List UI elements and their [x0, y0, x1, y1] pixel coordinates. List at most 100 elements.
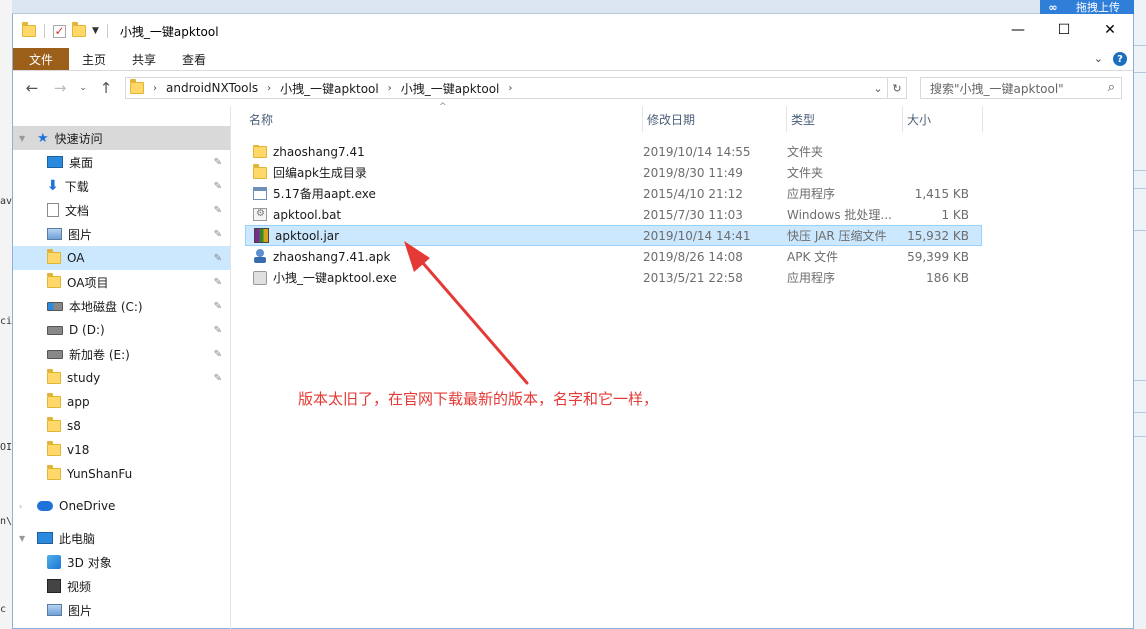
new-folder-icon[interactable]: [72, 22, 86, 37]
back-button[interactable]: ←: [21, 79, 43, 97]
tab-view[interactable]: 查看: [169, 48, 219, 70]
tab-share[interactable]: 共享: [119, 48, 169, 70]
pin-icon[interactable]: ✎: [214, 325, 222, 336]
upload-badge[interactable]: ∞ 拖拽上传: [1040, 0, 1146, 14]
file-type: 快压 JAR 压缩文件: [787, 229, 887, 243]
file-date: 2019/10/14 14:41: [643, 228, 751, 243]
up-button[interactable]: ↑: [95, 79, 117, 97]
sidebar-item-s8[interactable]: s8: [13, 414, 230, 438]
file-size: 1,415 KB: [914, 186, 969, 201]
column-headers: ^ 名称 修改日期 类型 大小: [245, 102, 1135, 132]
file-date: 2013/5/21 22:58: [643, 270, 743, 285]
onedrive-cloud-icon: [37, 501, 53, 511]
file-date: 2019/8/30 11:49: [643, 165, 743, 180]
sidebar-item-label: 桌面: [69, 155, 94, 170]
breadcrumb-androidnxtools[interactable]: androidNXTools: [166, 81, 258, 95]
breadcrumb-apktool-current[interactable]: 小拽_一键apktool: [401, 80, 500, 97]
folder-icon[interactable]: [22, 22, 36, 37]
sidebar-item-drive-e[interactable]: 新加卷 (E:) ✎: [13, 342, 230, 366]
folder-icon: [47, 249, 61, 264]
sidebar-item-quick-access[interactable]: ▼ ★ 快速访问: [13, 126, 230, 150]
sidebar-item-label: 新加卷 (E:): [69, 347, 130, 362]
sidebar-item-3d-objects[interactable]: 3D 对象: [13, 550, 230, 574]
sidebar-item-label: 快速访问: [54, 131, 103, 146]
sidebar-item-onedrive[interactable]: › OneDrive: [13, 494, 230, 518]
pin-icon[interactable]: ✎: [214, 277, 222, 288]
pin-icon[interactable]: ✎: [214, 181, 222, 192]
file-row-zhaoshang-apk[interactable]: zhaoshang7.41.apk 2019/8/26 14:08 APK 文件…: [245, 246, 1135, 267]
sidebar-item-yunshanfu[interactable]: YunShanFu: [13, 462, 230, 486]
maximize-button[interactable]: ☐: [1041, 14, 1087, 46]
customize-toolbar-chevron-icon[interactable]: ▼: [92, 26, 99, 36]
expand-chevron-icon[interactable]: ›: [19, 502, 22, 511]
sidebar-item-oa-project[interactable]: OA项目 ✎: [13, 270, 230, 294]
chevron-right-icon[interactable]: ›: [267, 83, 271, 94]
sidebar-item-downloads[interactable]: ⬇ 下载 ✎: [13, 174, 230, 198]
column-header-size[interactable]: 大小: [903, 106, 983, 132]
search-icon[interactable]: ⌕: [1108, 80, 1115, 95]
screen: ∞ 拖拽上传 av ci OI n\ c ✓ ▼ 小拽_一键apktool — …: [0, 0, 1146, 629]
expand-ribbon-chevron-icon[interactable]: ⌄: [1094, 52, 1103, 66]
quick-access-toolbar: ✓ ▼: [13, 22, 110, 38]
sidebar-item-videos[interactable]: 视频: [13, 574, 230, 598]
sidebar-item-documents[interactable]: 文档 ✎: [13, 198, 230, 222]
star-icon: ★: [37, 130, 49, 146]
sidebar-item-pictures[interactable]: 图片 ✎: [13, 222, 230, 246]
file-row-aapt-exe[interactable]: 5.17备用aapt.exe 2015/4/10 21:12 应用程序 1,41…: [245, 183, 1135, 204]
pin-icon[interactable]: ✎: [214, 205, 222, 216]
file-row-zhaoshang-folder[interactable]: zhaoshang7.41 2019/10/14 14:55 文件夹: [245, 141, 1135, 162]
minimize-button[interactable]: —: [995, 14, 1041, 46]
search-placeholder: 搜索"小拽_一键apktool": [930, 81, 1064, 96]
refresh-icon[interactable]: ↻: [888, 82, 906, 95]
chevron-right-icon[interactable]: ›: [388, 83, 392, 94]
sidebar-item-drive-c[interactable]: 本地磁盘 (C:) ✎: [13, 294, 230, 318]
sidebar-item-app[interactable]: app: [13, 390, 230, 414]
drive-icon: [47, 325, 63, 335]
column-header-date[interactable]: 修改日期: [643, 106, 787, 132]
expand-chevron-icon[interactable]: ▼: [19, 134, 25, 143]
recent-locations-chevron-icon[interactable]: ⌄: [77, 83, 89, 93]
close-button[interactable]: ✕: [1087, 14, 1133, 46]
sidebar-item-drive-d[interactable]: D (D:) ✎: [13, 318, 230, 342]
file-row-apktool-bat[interactable]: apktool.bat 2015/7/30 11:03 Windows 批处理.…: [245, 204, 1135, 225]
pin-icon[interactable]: ✎: [214, 157, 222, 168]
pin-icon[interactable]: ✎: [214, 373, 222, 384]
sidebar-item-label: YunShanFu: [67, 467, 133, 481]
file-list: ^ 名称 修改日期 类型 大小 zhaoshang7.41 2019/10/14…: [245, 102, 1135, 629]
sidebar-item-desktop[interactable]: 桌面 ✎: [13, 150, 230, 174]
pin-icon[interactable]: ✎: [214, 229, 222, 240]
address-bar[interactable]: › androidNXTools › 小拽_一键apktool › 小拽_一键a…: [125, 77, 907, 99]
file-date: 2019/10/14 14:55: [643, 144, 751, 159]
sidebar-item-label: v18: [67, 443, 90, 457]
help-icon[interactable]: ?: [1113, 52, 1127, 66]
exe-icon: [253, 187, 267, 200]
tab-file[interactable]: 文件: [13, 48, 69, 70]
sidebar-item-label: study: [67, 371, 101, 385]
chevron-right-icon[interactable]: ›: [508, 83, 512, 94]
forward-button[interactable]: →: [49, 79, 71, 97]
sidebar-item-label: OneDrive: [59, 499, 116, 513]
sidebar-item-this-pc[interactable]: ▼ 此电脑: [13, 526, 230, 550]
sidebar-item-v18[interactable]: v18: [13, 438, 230, 462]
file-row-rebuild-output-folder[interactable]: 回编apk生成目录 2019/8/30 11:49 文件夹: [245, 162, 1135, 183]
pin-icon[interactable]: ✎: [214, 301, 222, 312]
sidebar-item-oa[interactable]: OA ✎: [13, 246, 230, 270]
column-header-type[interactable]: 类型: [787, 106, 903, 132]
pin-icon[interactable]: ✎: [214, 253, 222, 264]
address-history-chevron-down-icon[interactable]: ⌄: [869, 82, 887, 95]
3d-objects-icon: [47, 555, 61, 569]
background-text-fragment: av: [0, 196, 13, 207]
sidebar-item-pc-pictures[interactable]: 图片: [13, 598, 230, 622]
tab-home[interactable]: 主页: [69, 48, 119, 70]
file-row-apktool-jar[interactable]: apktool.jar 2019/10/14 14:41 快压 JAR 压缩文件…: [245, 225, 982, 246]
search-input[interactable]: 搜索"小拽_一键apktool" ⌕: [920, 77, 1122, 99]
expand-chevron-icon[interactable]: ▼: [19, 534, 25, 543]
pin-icon[interactable]: ✎: [214, 349, 222, 360]
properties-check-icon[interactable]: ✓: [53, 24, 66, 38]
file-row-apktool-exe[interactable]: 小拽_一键apktool.exe 2013/5/21 22:58 应用程序 18…: [245, 267, 1135, 288]
breadcrumb-apktool-parent[interactable]: 小拽_一键apktool: [280, 80, 379, 97]
sort-ascending-icon: ^: [439, 102, 447, 112]
file-type: 文件夹: [787, 145, 824, 159]
sidebar-item-study[interactable]: study ✎: [13, 366, 230, 390]
chevron-right-icon[interactable]: ›: [153, 83, 157, 94]
